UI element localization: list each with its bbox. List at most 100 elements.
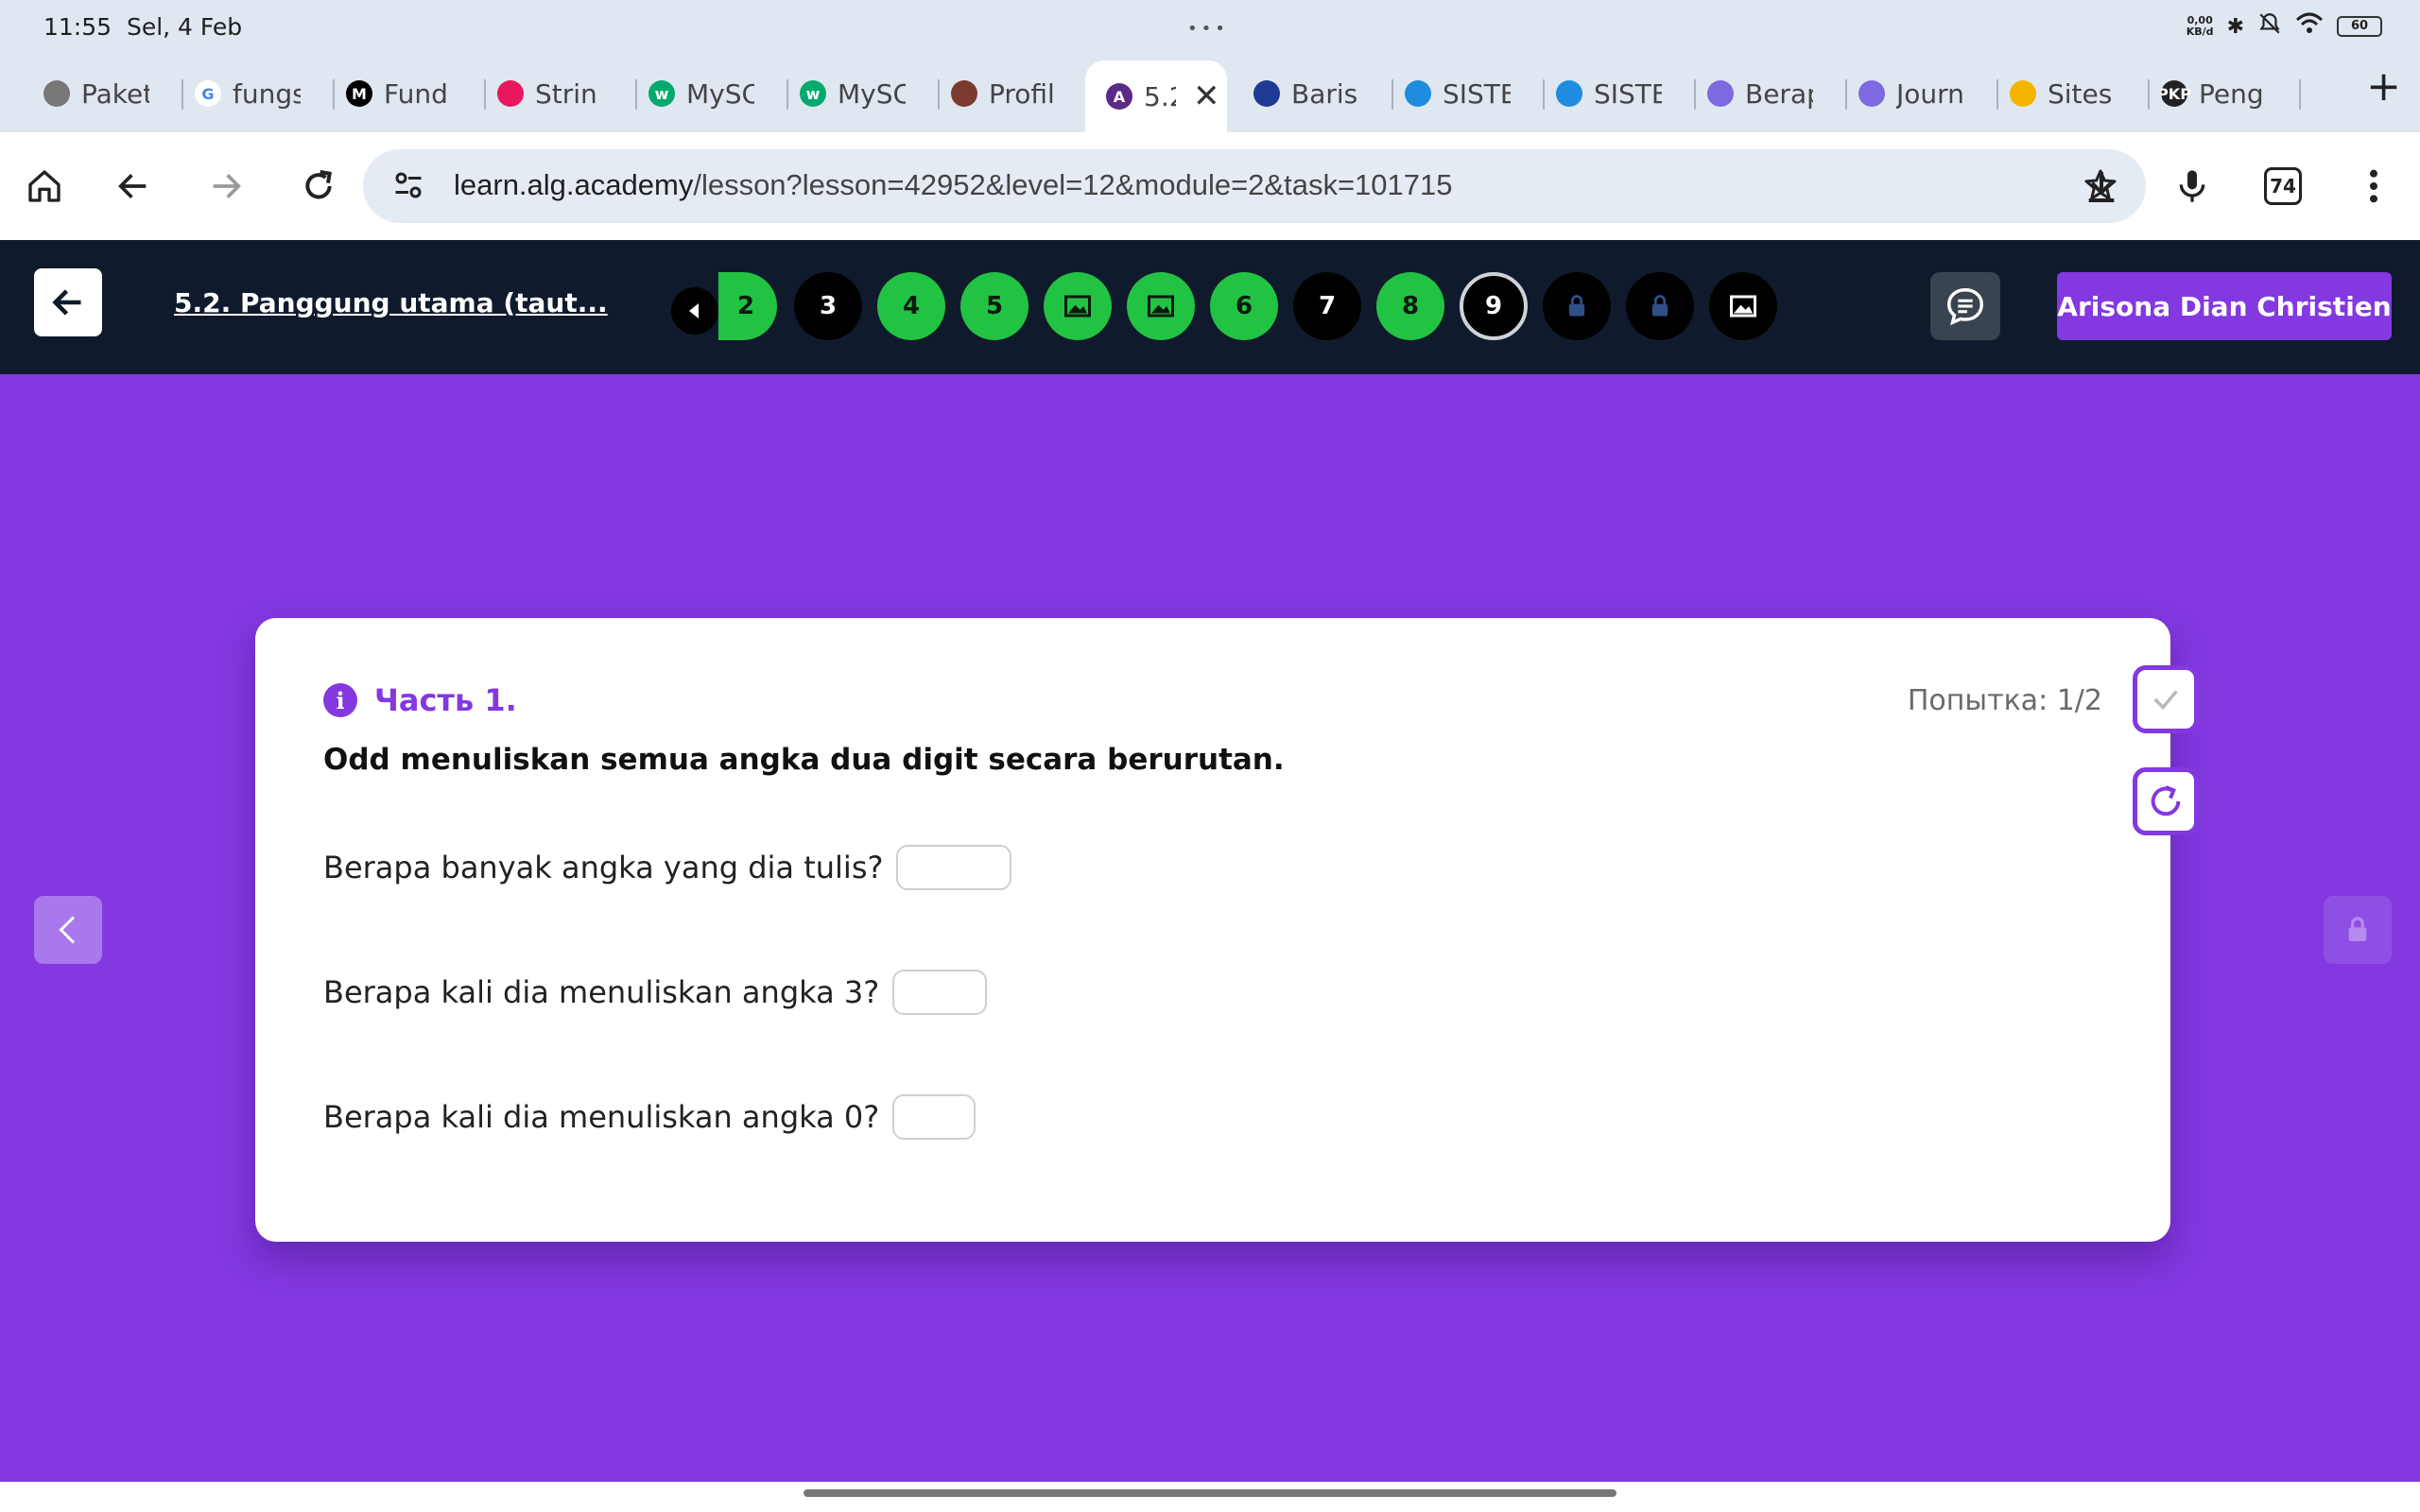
tab-favicon-icon [1253, 80, 1280, 107]
step-image[interactable] [1709, 272, 1777, 340]
tab-label: Strin [535, 77, 597, 110]
tab-label: fungs [233, 77, 301, 110]
step-6[interactable]: 6 [1210, 272, 1278, 340]
image-icon [1730, 295, 1756, 318]
answer-input-1[interactable] [896, 845, 1012, 890]
tab-separator [786, 79, 788, 110]
chat-button[interactable] [1930, 272, 2000, 340]
next-task-locked-button[interactable] [2324, 896, 2392, 964]
microphone-icon[interactable] [2167, 161, 2218, 212]
step-number: 3 [819, 292, 838, 320]
tab-separator [1996, 79, 1998, 110]
tab-favicon-icon [2010, 80, 2036, 107]
browser-tab[interactable]: Paket [43, 66, 149, 121]
question-text: Berapa kali dia menuliskan angka 3? [323, 974, 880, 1010]
home-icon[interactable] [19, 161, 70, 212]
chevron-left-icon [59, 916, 76, 944]
tab-favicon-icon: w [648, 80, 675, 107]
image-icon [1148, 295, 1174, 318]
tab-label: SISTE [1594, 77, 1662, 110]
tab-separator [2299, 79, 2301, 110]
step-3[interactable]: 3 [794, 272, 862, 340]
browser-tab[interactable]: PKP Peng [2161, 66, 2267, 121]
download-icon[interactable] [2076, 161, 2127, 212]
tab-label: Peng [2199, 77, 2264, 110]
step-2[interactable]: 2 [718, 272, 777, 340]
site-settings-icon[interactable] [391, 168, 425, 206]
tab-favicon-icon [1858, 80, 1885, 107]
window-menu-dots[interactable]: ••• [1187, 19, 1229, 39]
step-8[interactable]: 8 [1376, 272, 1444, 340]
tab-switcher-button[interactable]: 74 [2257, 161, 2308, 212]
bluetooth-icon: ✱ [2226, 14, 2244, 39]
mute-notifications-icon [2257, 11, 2282, 42]
step-number: 9 [1484, 292, 1503, 320]
browser-tab[interactable]: Sites [2010, 66, 2116, 121]
step-image[interactable] [1044, 272, 1112, 340]
step-number: 5 [985, 292, 1004, 320]
task-card: i Часть 1. Попытка: 1/2 Odd menuliskan s… [255, 618, 2199, 1242]
tab-favicon-icon [1707, 80, 1734, 107]
step-5[interactable]: 5 [960, 272, 1028, 340]
browser-tab[interactable]: M Fund [346, 66, 452, 121]
tab-label: Fund [384, 77, 448, 110]
tab-favicon-icon: w [800, 80, 826, 107]
browser-tab[interactable]: w MySC [800, 66, 906, 121]
tab-favicon-icon [951, 80, 977, 107]
reload-icon[interactable] [293, 161, 344, 212]
browser-tab[interactable]: Gfungs [195, 66, 301, 121]
exit-lesson-button[interactable] [34, 268, 102, 336]
task-statement: Odd menuliskan semua angka dua digit sec… [323, 743, 1285, 777]
step-image[interactable] [1127, 272, 1195, 340]
steps-scroll-left-button[interactable] [671, 287, 718, 335]
browser-tab[interactable]: A 5.2 ✕ [1085, 60, 1227, 132]
image-icon [1064, 295, 1091, 318]
answer-input-3[interactable] [892, 1094, 977, 1140]
back-arrow-icon[interactable] [108, 161, 159, 212]
browser-tab[interactable]: w MySC [648, 66, 754, 121]
question-text: Berapa banyak angka yang dia tulis? [323, 850, 884, 885]
navigation-gesture-bar [0, 1482, 2420, 1512]
browser-tab[interactable]: SISTE [1556, 66, 1662, 121]
tab-label: MySC [686, 77, 754, 110]
browser-tab[interactable]: Berap [1707, 66, 1813, 121]
address-bar[interactable]: learn.alg.academy/lesson?lesson=42952&le… [363, 149, 2146, 223]
tab-label: 5.2 [1144, 80, 1176, 112]
step-number: 8 [1401, 292, 1420, 320]
browser-tab[interactable]: Baris [1253, 66, 1359, 121]
forward-arrow-icon[interactable] [200, 161, 251, 212]
step-locked[interactable] [1543, 272, 1611, 340]
step-4[interactable]: 4 [877, 272, 945, 340]
browser-tab[interactable]: SISTE [1405, 66, 1511, 121]
back-arrow-icon [52, 289, 81, 316]
browser-tab-strip: Paket Gfungs M Fund Strin w MySC w MySC Profil A 5.… [0, 55, 2420, 132]
previous-task-button[interactable] [34, 896, 102, 964]
user-profile-button[interactable]: Arisona Dian Christien [2057, 272, 2392, 340]
url-text[interactable]: learn.alg.academy/lesson?lesson=42952&le… [454, 168, 1453, 202]
check-answer-button[interactable] [2133, 665, 2199, 733]
info-icon[interactable]: i [323, 683, 357, 717]
tab-favicon-icon [1405, 80, 1431, 107]
browser-tab[interactable]: Journ [1858, 66, 1964, 121]
tab-favicon-icon: A [1106, 83, 1132, 110]
answer-input-2[interactable] [892, 970, 988, 1015]
browser-tab[interactable]: Profil [951, 66, 1057, 121]
tab-count[interactable]: 74 [2264, 167, 2302, 205]
step-9[interactable]: 9 [1460, 272, 1528, 340]
new-tab-button[interactable]: + [2366, 66, 2401, 108]
step-7[interactable]: 7 [1293, 272, 1361, 340]
part-label: Часть 1. [374, 682, 517, 718]
more-menu-icon[interactable] [2348, 161, 2399, 212]
tab-label: Journ [1896, 77, 1964, 110]
tab-favicon-icon: PKP [2161, 80, 2191, 107]
reset-answer-button[interactable] [2133, 767, 2199, 835]
step-number: 4 [902, 292, 921, 320]
tab-favicon-icon [1556, 80, 1582, 107]
browser-tab[interactable]: Strin [497, 66, 603, 121]
home-gesture-handle[interactable] [804, 1489, 1616, 1497]
step-locked[interactable] [1626, 272, 1694, 340]
lesson-title[interactable]: 5.2. Panggung utama (taut... [174, 287, 608, 318]
close-tab-icon[interactable]: ✕ [1193, 77, 1220, 115]
chat-bubble-icon [1947, 288, 1983, 326]
tab-favicon-icon: G [195, 80, 221, 107]
